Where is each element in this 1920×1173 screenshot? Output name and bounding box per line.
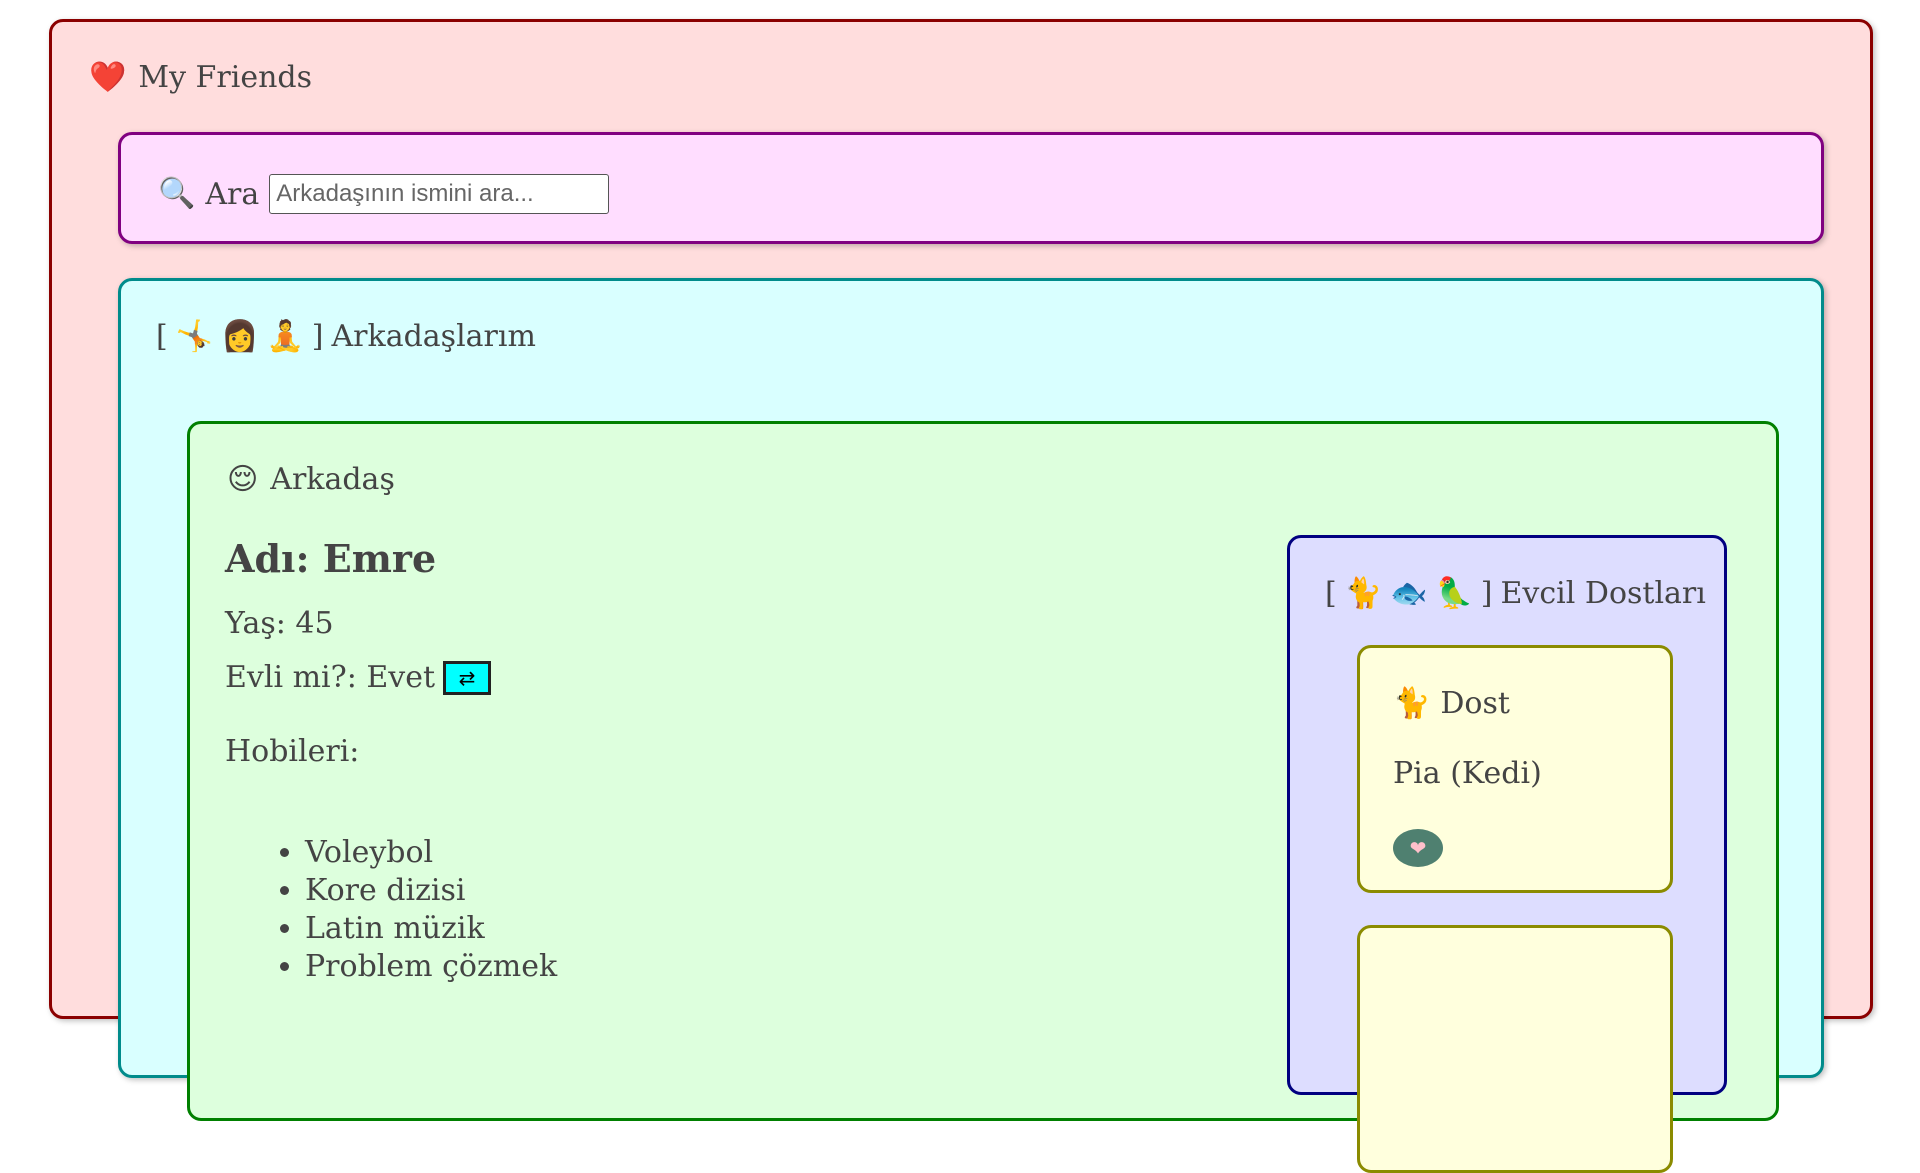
hobby-item: Latin müzik (305, 910, 557, 948)
pet-card: 🐈 Dost Pia (Kedi) ❤ (1357, 645, 1673, 893)
hobby-item: Voleybol (305, 834, 557, 872)
app-container: ❤️ My Friends 🔍 Ara [ 🤸 👩 🧘 ] Arkadaşlar… (49, 19, 1873, 1173)
parrot-icon: 🦜 (1435, 575, 1473, 611)
pets-title-text: Evcil Dostları (1500, 576, 1706, 611)
pet-name: Pia (Kedi) (1393, 756, 1542, 791)
hobby-item: Problem çözmek (305, 948, 557, 986)
pet-card (1357, 925, 1673, 1173)
pet-card-header: 🐈 Dost (1393, 686, 1510, 721)
heart-icon: ❤ (1409, 836, 1427, 860)
fish-icon: 🐟 (1390, 575, 1428, 611)
swap-arrows-icon: ⇄ (458, 665, 476, 690)
bracket-open: [ (1325, 576, 1337, 611)
woman-icon: 👩 (221, 318, 259, 354)
bracket-close: ] (1480, 576, 1493, 611)
heart-icon: ❤️ (89, 59, 127, 95)
pets-panel-title: [ 🐈 🐟 🦜 ] Evcil Dostları (1325, 576, 1706, 611)
app-header: ❤️ My Friends (89, 60, 312, 95)
friend-married-text: Evli mi?: Evet (225, 660, 435, 695)
relieved-face-icon: 😌 (227, 461, 259, 497)
app-title: My Friends (138, 60, 312, 95)
section-title-text: Arkadaşlarım (331, 319, 536, 354)
cartwheel-person-icon: 🤸 (175, 318, 214, 354)
search-panel: 🔍 Ara (118, 132, 1824, 244)
friend-hobbies-label: Hobileri: (225, 734, 359, 769)
friend-age: Yaş: 45 (225, 606, 334, 641)
search-input[interactable] (269, 174, 610, 214)
friend-card-header: 😌 Arkadaş (227, 462, 395, 497)
hobby-item: Kore dizisi (305, 872, 557, 910)
friends-section: [ 🤸 👩 🧘 ] Arkadaşlarım 😌 Arkadaş Adı: Em… (118, 278, 1824, 1173)
hobbies-label-text: Hobileri: (225, 734, 360, 769)
yoga-person-icon: 🧘 (266, 318, 304, 354)
hobby-list: Voleybol Kore dizisi Latin müzik Problem… (225, 834, 557, 986)
toggle-married-button[interactable]: ⇄ (443, 660, 491, 695)
bracket-close: ] (311, 319, 324, 354)
pets-panel: [ 🐈 🐟 🦜 ] Evcil Dostları 🐈 Dost Pia (Ked… (1287, 535, 1727, 1173)
friend-card-label: Arkadaş (270, 462, 395, 497)
friends-section-title: [ 🤸 👩 🧘 ] Arkadaşlarım (156, 319, 536, 354)
friend-married: Evli mi?: Evet ⇄ (225, 660, 491, 695)
magnifier-icon: 🔍 (158, 176, 196, 211)
bracket-open: [ (156, 319, 168, 354)
like-pet-button[interactable]: ❤ (1393, 829, 1443, 867)
friend-card: 😌 Arkadaş Adı: Emre Yaş: 45 Evli mi?: Ev… (187, 421, 1779, 1173)
cat-icon: 🐈 (1344, 575, 1383, 611)
pet-card-label: Dost (1440, 686, 1510, 721)
search-row: 🔍 Ara (158, 174, 610, 214)
friend-name: Adı: Emre (225, 536, 437, 581)
cat-icon: 🐈 (1393, 685, 1431, 721)
search-label: Ara (205, 176, 260, 212)
friend-age-text: Yaş: 45 (225, 606, 334, 641)
